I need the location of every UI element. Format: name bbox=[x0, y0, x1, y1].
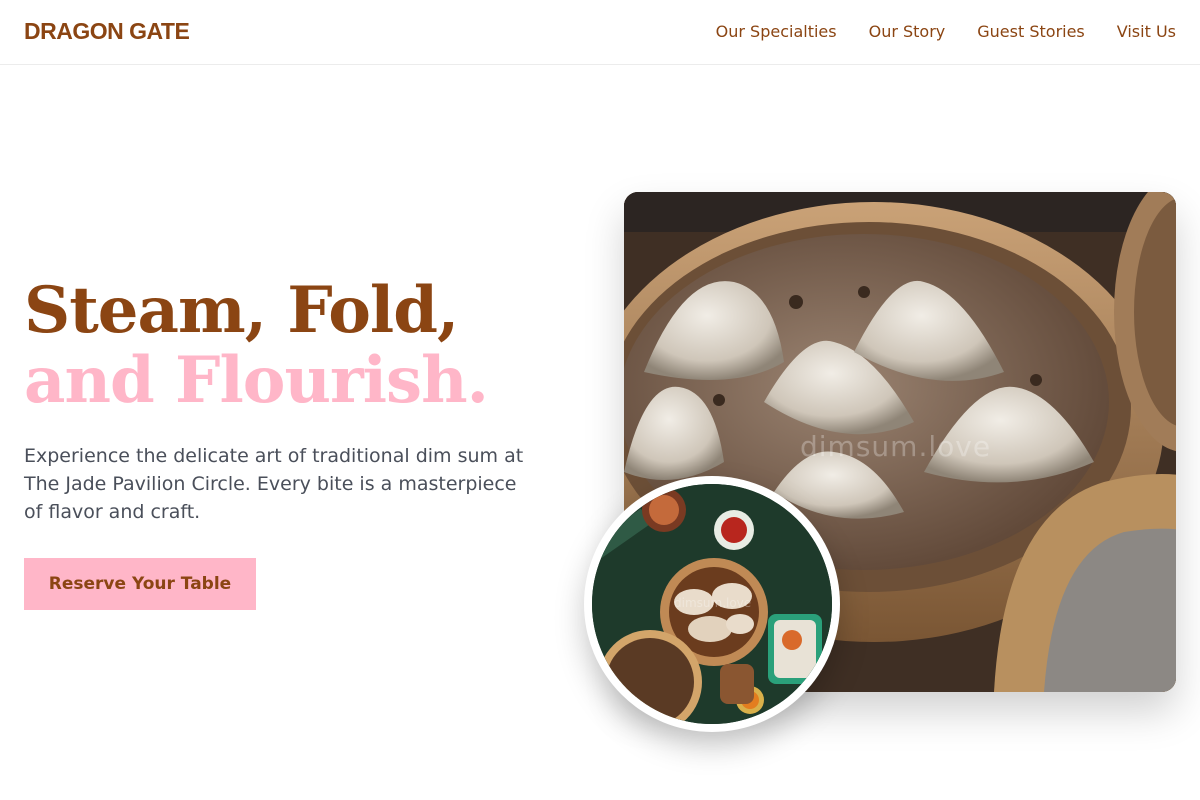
nav-link-visit[interactable]: Visit Us bbox=[1117, 22, 1176, 41]
platter-photo: dimsum.love bbox=[592, 484, 832, 724]
headline-line-2: and Flourish. bbox=[24, 343, 489, 418]
brand-logo[interactable]: DRAGON GATE bbox=[24, 18, 190, 45]
nav-link-guest-stories[interactable]: Guest Stories bbox=[977, 22, 1085, 41]
dim-sum-platter-inset: dimsum.love bbox=[584, 476, 840, 732]
main-nav: Our Specialties Our Story Guest Stories … bbox=[716, 22, 1176, 41]
inset-watermark: dimsum.love bbox=[674, 596, 752, 610]
hero-headline: Steam, Fold, and Flourish. bbox=[24, 273, 489, 418]
nav-link-specialties[interactable]: Our Specialties bbox=[716, 22, 837, 41]
photo-watermark: dimsum.love bbox=[800, 430, 992, 463]
hero-description: Experience the delicate art of tradition… bbox=[24, 445, 524, 523]
nav-link-story[interactable]: Our Story bbox=[869, 22, 946, 41]
site-header: DRAGON GATE Our Specialties Our Story Gu… bbox=[0, 0, 1200, 65]
headline-line-1: Steam, Fold, bbox=[24, 273, 459, 348]
reserve-table-button[interactable]: Reserve Your Table bbox=[24, 558, 256, 610]
